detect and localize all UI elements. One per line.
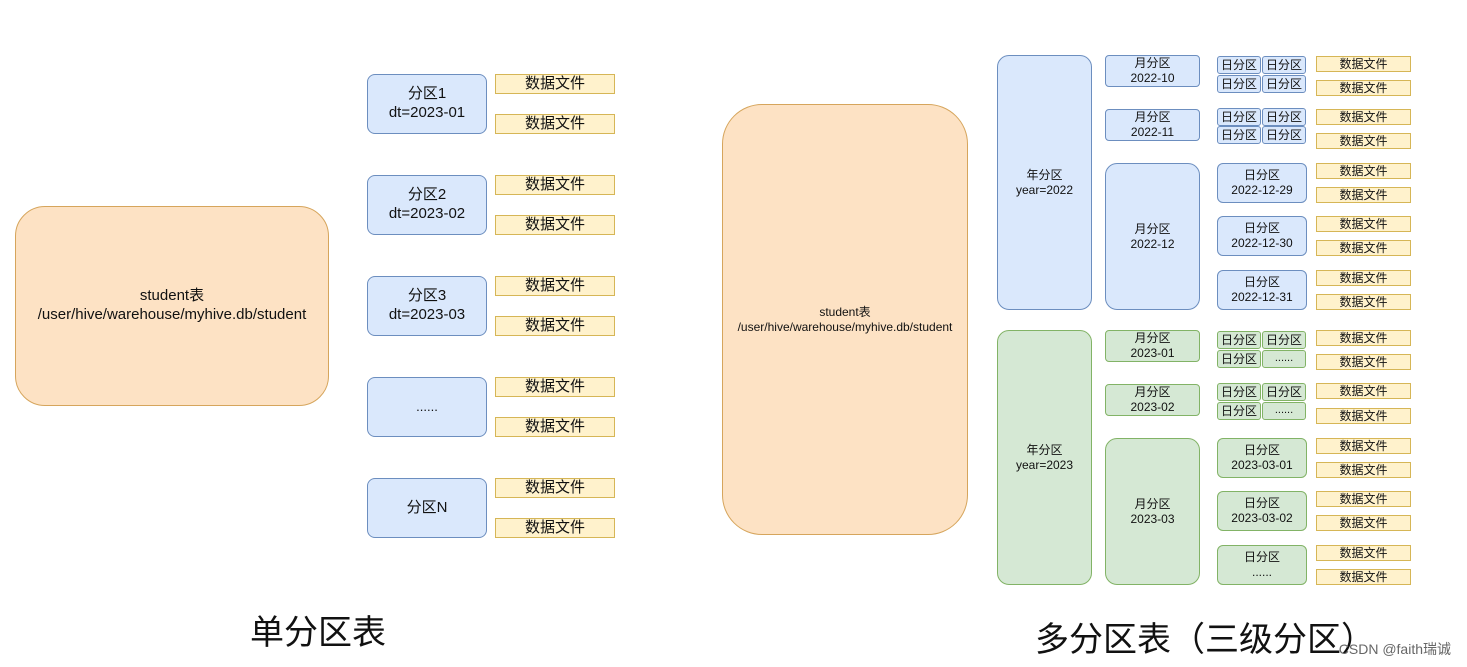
data-file: 数据文件 — [495, 175, 615, 195]
day-partition-small: 日分区 — [1217, 108, 1261, 126]
watermark: CSDN @faith瑞诚 — [1338, 641, 1451, 657]
day-partition-ellipsis: 日分区...... — [1217, 545, 1307, 585]
data-file: 数据文件 — [1316, 462, 1411, 478]
month-partition-2023-03: 月分区 2023-03 — [1105, 438, 1200, 585]
data-file: 数据文件 — [1316, 545, 1411, 561]
multi-table-node: student表 /user/hive/warehouse/myhive.db/… — [722, 104, 968, 535]
data-file: 数据文件 — [495, 518, 615, 538]
data-file: 数据文件 — [1316, 270, 1411, 286]
data-file: 数据文件 — [1316, 163, 1411, 179]
data-file: 数据文件 — [1316, 438, 1411, 454]
partition-name: 分区1 — [407, 85, 447, 103]
multi-table-path: /user/hive/warehouse/myhive.db/student — [737, 319, 953, 334]
data-file: 数据文件 — [495, 215, 615, 235]
single-partition-n: 分区N — [367, 478, 487, 538]
single-table-path: /user/hive/warehouse/myhive.db/student — [37, 306, 307, 323]
data-file: 数据文件 — [495, 276, 615, 296]
partition-value: dt=2023-03 — [388, 306, 466, 323]
day-partition-small: 日分区 — [1217, 331, 1261, 349]
data-file: 数据文件 — [1316, 240, 1411, 256]
data-file: 数据文件 — [495, 74, 615, 94]
day-partition-small: 日分区 — [1217, 402, 1261, 420]
partition-value: dt=2023-01 — [388, 104, 466, 121]
year-partition-2023: 年分区 year=2023 — [997, 330, 1092, 585]
partition-name: 分区3 — [407, 287, 447, 305]
day-partition-2023-03-01: 日分区 2023-03-01 — [1217, 438, 1307, 478]
partition-name: ...... — [416, 398, 438, 414]
data-file: 数据文件 — [1316, 133, 1411, 149]
multi-caption: 多分区表（三级分区） — [1035, 620, 1375, 660]
month-partition-2022-11: 月分区 2022-11 — [1105, 109, 1200, 141]
data-file: 数据文件 — [1316, 56, 1411, 72]
data-file: 数据文件 — [495, 478, 615, 498]
data-file: 数据文件 — [1316, 216, 1411, 232]
data-file: 数据文件 — [1316, 569, 1411, 585]
year-partition-2022: 年分区 year=2022 — [997, 55, 1092, 310]
day-partition-more: ...... — [1262, 402, 1306, 420]
day-partition-small: 日分区 — [1217, 126, 1261, 144]
day-partition-small: 日分区 — [1217, 350, 1261, 368]
month-partition-2022-12: 月分区 2022-12 — [1105, 163, 1200, 310]
single-partition-1: 分区1 dt=2023-01 — [367, 74, 487, 134]
data-file: 数据文件 — [1316, 109, 1411, 125]
data-file: 数据文件 — [1316, 187, 1411, 203]
data-file: 数据文件 — [495, 316, 615, 336]
day-partition-small: 日分区 — [1262, 331, 1306, 349]
data-file: 数据文件 — [1316, 408, 1411, 424]
multi-table-label: student表 — [819, 304, 871, 319]
single-caption: 单分区表 — [250, 613, 386, 653]
data-file: 数据文件 — [1316, 491, 1411, 507]
single-table-node: student表 /user/hive/warehouse/myhive.db/… — [15, 206, 329, 406]
single-partition-3: 分区3 dt=2023-03 — [367, 276, 487, 336]
day-partition-2022-12-31: 日分区 2022-12-31 — [1217, 270, 1307, 310]
data-file: 数据文件 — [1316, 354, 1411, 370]
data-file: 数据文件 — [495, 417, 615, 437]
month-partition-2023-02: 月分区 2023-02 — [1105, 384, 1200, 416]
day-partition-small: 日分区 — [1217, 75, 1261, 93]
data-file: 数据文件 — [495, 114, 615, 134]
partition-name: 分区N — [406, 498, 448, 516]
day-partition-more: ...... — [1262, 350, 1306, 368]
day-partition-small: 日分区 — [1217, 383, 1261, 401]
month-partition-2022-10: 月分区 2022-10 — [1105, 55, 1200, 87]
partition-value: dt=2023-02 — [388, 205, 466, 222]
day-partition-small: 日分区 — [1217, 56, 1261, 74]
day-partition-small: 日分区 — [1262, 383, 1306, 401]
day-partition-small: 日分区 — [1262, 108, 1306, 126]
data-file: 数据文件 — [1316, 330, 1411, 346]
single-table-label: student表 — [139, 287, 205, 305]
partition-name: 分区2 — [407, 186, 447, 204]
data-file: 数据文件 — [1316, 294, 1411, 310]
day-partition-2023-03-02: 日分区 2023-03-02 — [1217, 491, 1307, 531]
single-partition-ellipsis: ...... — [367, 377, 487, 437]
day-partition-small: 日分区 — [1262, 56, 1306, 74]
data-file: 数据文件 — [1316, 383, 1411, 399]
day-partition-small: 日分区 — [1262, 75, 1306, 93]
data-file: 数据文件 — [1316, 80, 1411, 96]
day-partition-small: 日分区 — [1262, 126, 1306, 144]
data-file: 数据文件 — [1316, 515, 1411, 531]
single-partition-2: 分区2 dt=2023-02 — [367, 175, 487, 235]
data-file: 数据文件 — [495, 377, 615, 397]
month-partition-2023-01: 月分区 2023-01 — [1105, 330, 1200, 362]
day-partition-2022-12-30: 日分区 2022-12-30 — [1217, 216, 1307, 256]
day-partition-2022-12-29: 日分区 2022-12-29 — [1217, 163, 1307, 203]
